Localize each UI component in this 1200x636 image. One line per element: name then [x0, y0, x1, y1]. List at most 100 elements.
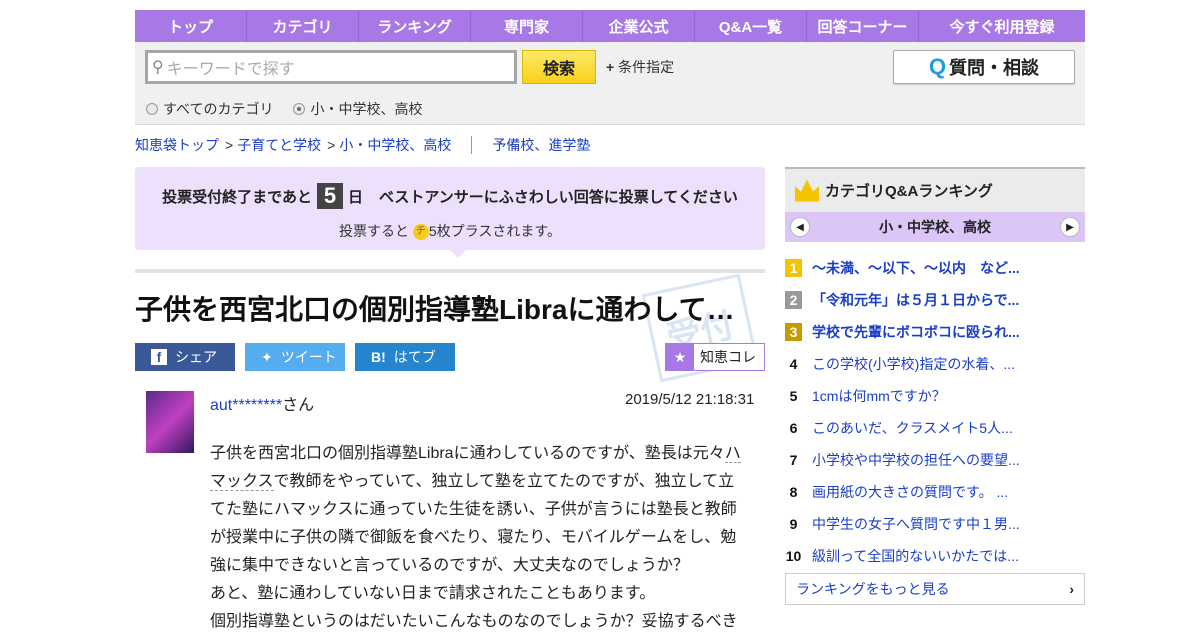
breadcrumb-sep: >	[225, 137, 234, 153]
facebook-share-button[interactable]: f シェア	[135, 343, 235, 371]
rank-number: 10	[785, 548, 802, 564]
radio-label: すべてのカテゴリ	[163, 101, 274, 117]
rank-number: 3	[785, 323, 802, 341]
ranking-item[interactable]: 10 級訓って全国的ないいかたでは...	[785, 540, 1085, 572]
nav-top[interactable]: トップ	[135, 10, 247, 42]
breadcrumb-sep: >	[327, 137, 336, 153]
nav-register[interactable]: 今すぐ利用登録	[919, 10, 1085, 42]
ranking-link[interactable]: 1cmは何mmですか？	[812, 386, 946, 406]
rank-number: 1	[785, 259, 802, 277]
ranking-item[interactable]: 1 ～未満、～以下、～以内 など...	[785, 252, 1085, 284]
vote-days: 5	[317, 183, 344, 209]
ranking-link[interactable]: 学校で先輩にボコボコに殴られ...	[812, 322, 1020, 342]
global-nav: トップ カテゴリ ランキング 専門家 企業公式 Q&A一覧 回答コーナー 今すぐ…	[135, 10, 1085, 42]
question-body: 子供を西宮北口の個別指導塾Libraに通わしているのですが、塾長は元々ハマックス…	[210, 440, 745, 636]
rank-number: 7	[789, 452, 798, 468]
questioner: aut********さん	[210, 391, 314, 415]
radio-circle-checked	[293, 103, 306, 115]
rank-number: 5	[789, 388, 798, 404]
twitter-icon: ✦	[261, 348, 273, 365]
ranking-item[interactable]: 5 1cmは何mmですか？	[785, 380, 1085, 412]
ranking-list: 1 ～未満、～以下、～以内 など... 2 「令和元年」は５月１日からで... 3 学校で…	[785, 252, 1085, 572]
search-input[interactable]: ⚲ キーワードで探す	[145, 50, 517, 84]
ranking-link[interactable]: このあいだ、クラスメイト5人...	[812, 418, 1013, 438]
ranking-link[interactable]: 「令和元年」は５月１日からで...	[812, 290, 1019, 310]
ranking-category: 小・中学校、高校	[879, 219, 991, 235]
ranking-item[interactable]: 7 小学校や中学校の担任への要望...	[785, 444, 1085, 476]
nav-ranking[interactable]: ランキング	[359, 10, 471, 42]
plus-icon: +	[606, 59, 619, 75]
share-label: はてブ	[393, 349, 436, 365]
breadcrumb: 知恵袋トップ > 子育てと学校 > 小・中学校、高校 予備校、進学塾	[135, 135, 590, 155]
ranking-link[interactable]: 中学生の女子へ質問です中１男...	[812, 514, 1020, 534]
rank-number: 2	[785, 291, 802, 309]
callout-tip	[450, 250, 466, 258]
nav-qa-list[interactable]: Q&A一覧	[695, 10, 807, 42]
rank-number: 9	[789, 516, 798, 532]
related-category-link[interactable]: 予備校、進学塾	[492, 135, 590, 155]
radio-label: 小・中学校、高校	[310, 101, 423, 117]
breadcrumb-item[interactable]: 子育てと学校	[237, 135, 321, 155]
search-area: ⚲ キーワードで探す 検索 + 条件指定 Q 質問・相談 すべてのカテゴリ 小・中学…	[135, 42, 1085, 125]
ranking-link[interactable]: 画用紙の大きさの質問です。 ...	[812, 482, 1008, 502]
radio-current-category[interactable]: 小・中学校、高校	[293, 99, 422, 119]
tweet-button[interactable]: ✦ ツイート	[245, 343, 345, 371]
vote-notice: 投票受付終了まであと 5 日ベストアンサーにふさわしい回答に投票してください 投票す…	[135, 167, 765, 258]
more-ranking-label: ランキングをもっと見る	[796, 581, 950, 597]
breadcrumb-item[interactable]: 知恵袋トップ	[135, 135, 219, 155]
crown-icon	[795, 179, 819, 202]
ranking-item[interactable]: 6 このあいだ、クラスメイト5人...	[785, 412, 1085, 444]
body-text: あと、塾に通わしていない日まで請求されたこともあります。	[210, 585, 656, 602]
ranking-link[interactable]: 級訓って全国的ないいかたでは...	[812, 546, 1019, 566]
share-label: ツイート	[280, 349, 337, 365]
body-text: で教師をやっていて、独立して塾を立てたのですが、独立して立てた塾にハマックスに通…	[210, 473, 737, 574]
prev-arrow-icon[interactable]: ◀	[790, 217, 810, 237]
nav-experts[interactable]: 専門家	[471, 10, 583, 42]
vote-bonus-prefix: 投票すると	[339, 223, 409, 239]
avatar[interactable]	[146, 391, 194, 453]
ranking-item[interactable]: 3 学校で先輩にボコボコに殴られ...	[785, 316, 1085, 348]
chevron-right-icon: ›	[1069, 581, 1074, 597]
breadcrumb-item[interactable]: 小・中学校、高校	[339, 135, 451, 155]
search-placeholder: キーワードで探す	[166, 61, 295, 78]
ranking-category-bar: ◀ 小・中学校、高校 ▶	[785, 212, 1085, 242]
hatena-bookmark-button[interactable]: B! はてブ	[355, 343, 455, 371]
chiecolle-label: 知恵コレ	[700, 349, 756, 365]
ranking-item[interactable]: 8 画用紙の大きさの質問です。 ...	[785, 476, 1085, 508]
ranking-item[interactable]: 2 「令和元年」は５月１日からで...	[785, 284, 1085, 316]
star-icon: ★	[666, 344, 694, 370]
ask-question-button[interactable]: Q 質問・相談	[893, 50, 1075, 84]
facebook-icon: f	[151, 349, 167, 365]
search-button[interactable]: 検索	[522, 50, 596, 84]
vote-prefix: 投票受付終了まであと	[162, 188, 313, 206]
nav-category[interactable]: カテゴリ	[247, 10, 359, 42]
condition-button[interactable]: + 条件指定	[606, 57, 674, 77]
ranking-link[interactable]: 小学校や中学校の担任への要望...	[812, 450, 1020, 470]
vote-message: ベストアンサーにふさわしい回答に投票してください	[379, 188, 738, 206]
search-icon: ⚲	[152, 59, 164, 76]
q-icon: Q	[928, 54, 947, 79]
nav-answer-corner[interactable]: 回答コーナー	[807, 10, 919, 42]
chiecolle-button[interactable]: ★ 知恵コレ	[665, 343, 765, 371]
ranking-item[interactable]: 9 中学生の女子へ質問です中１男...	[785, 508, 1085, 540]
nav-official[interactable]: 企業公式	[583, 10, 695, 42]
ranking-link[interactable]: ～未満、～以下、～以内 など...	[812, 258, 1020, 278]
more-ranking-button[interactable]: ランキングをもっと見る ›	[785, 573, 1085, 605]
ask-label: 質問・相談	[949, 58, 1040, 78]
next-arrow-icon[interactable]: ▶	[1060, 217, 1080, 237]
post-date: 2019/5/12 21:18:31	[625, 391, 755, 408]
rank-number: 8	[789, 484, 798, 500]
ranking-item[interactable]: 4 この学校(小学校)指定の水着、...	[785, 348, 1085, 380]
condition-label: 条件指定	[618, 59, 675, 75]
ranking-link[interactable]: この学校(小学校)指定の水着、...	[812, 354, 1015, 374]
rank-number: 6	[789, 420, 798, 436]
user-link[interactable]: aut********	[210, 397, 282, 414]
user-suffix: さん	[282, 397, 315, 414]
divider	[135, 269, 765, 273]
rank-number: 4	[789, 356, 798, 372]
hatena-icon: B!	[371, 349, 386, 365]
divider	[471, 136, 473, 154]
radio-all-categories[interactable]: すべてのカテゴリ	[146, 99, 273, 119]
body-text: 個別指導塾というのはだいたいこんなものなのでしょうか？妥協するべき	[210, 613, 738, 630]
vote-bonus-suffix: 5枚プラスされます。	[428, 223, 561, 239]
